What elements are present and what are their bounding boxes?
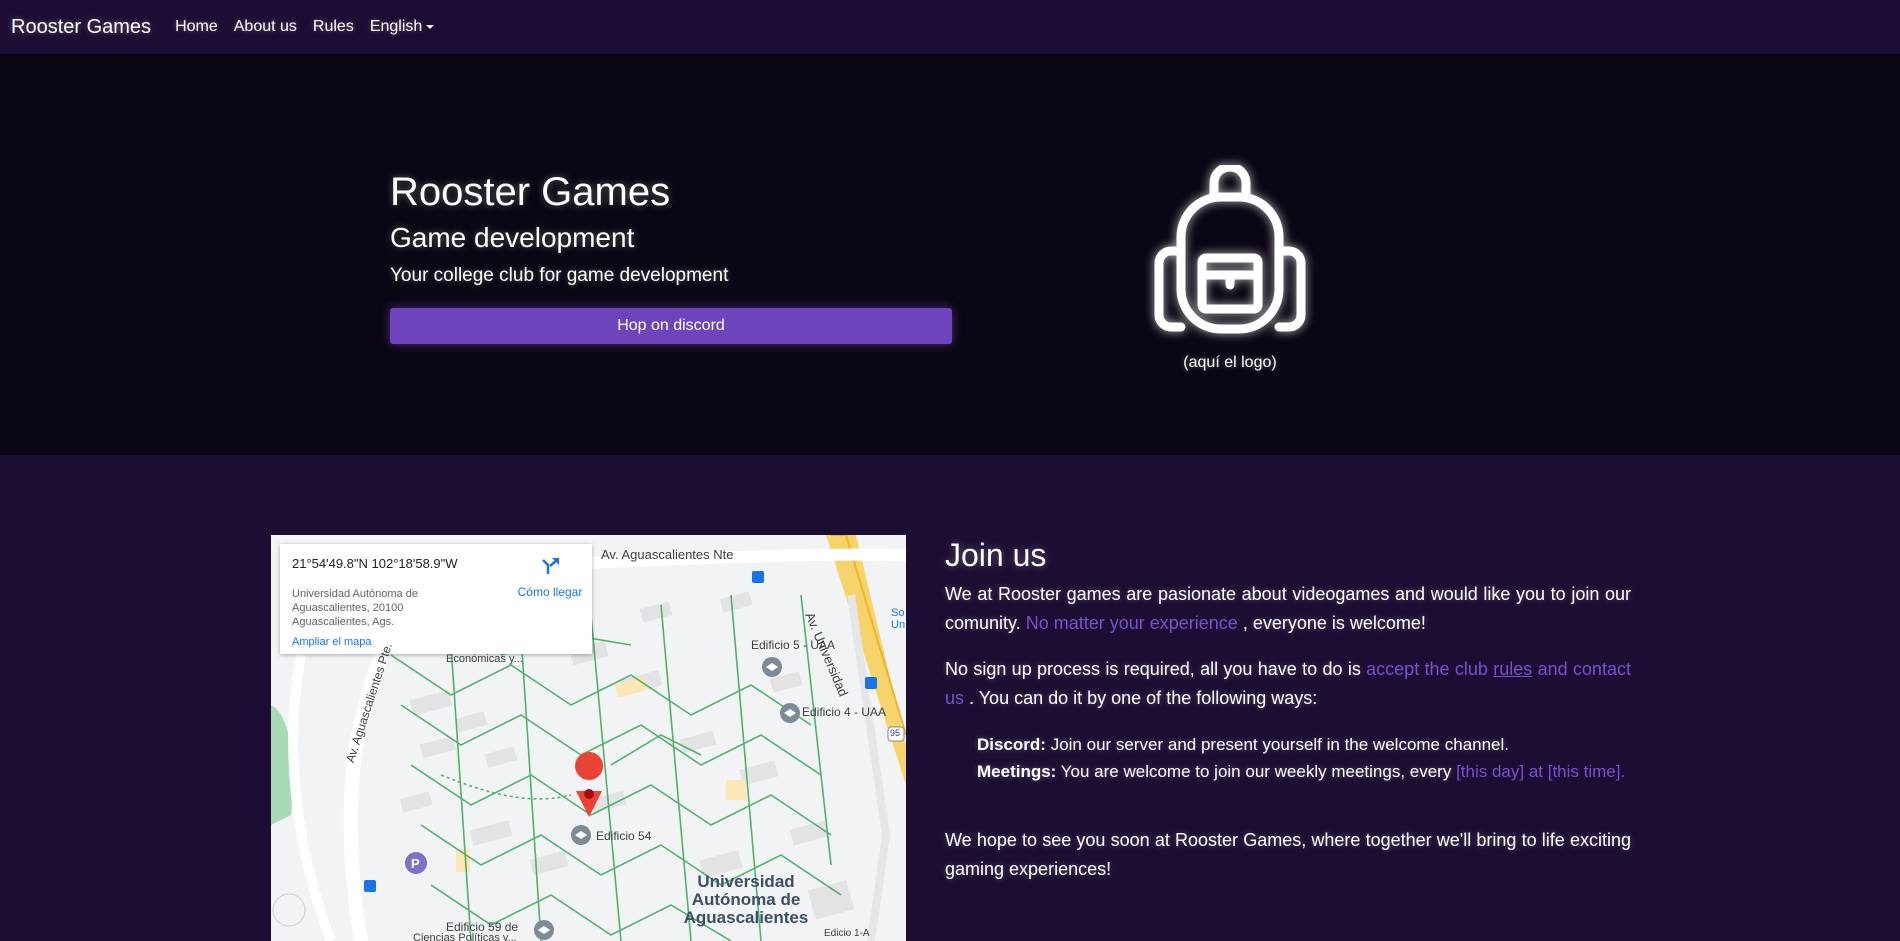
- way-meetings-text: You are welcome to join our weekly meeti…: [1060, 762, 1452, 781]
- nav-home[interactable]: Home: [175, 18, 218, 36]
- way-meetings-label: Meetings:: [977, 762, 1057, 781]
- hero-section: Rooster Games Game development Your coll…: [0, 54, 1900, 455]
- join-ways-list: Discord: Join our server and present you…: [977, 731, 1631, 785]
- directions-label: Cómo llegar: [517, 585, 583, 599]
- way-discord: Discord: Join our server and present you…: [977, 731, 1631, 758]
- join-paragraph-3: We hope to see you soon at Rooster Games…: [945, 830, 1631, 879]
- nav-about[interactable]: About us: [234, 18, 297, 36]
- map-label-ed1a: Edicio 1-A: [824, 928, 870, 939]
- language-label: English: [369, 18, 423, 35]
- hero-lead: Your college club for game development: [390, 265, 729, 286]
- join-paragraph-2: No sign up process is required, all you …: [945, 655, 1631, 713]
- join-p2-text: No sign up process is required, all you …: [945, 659, 1361, 679]
- way-meetings-accent: [this day] at [this time].: [1456, 762, 1626, 781]
- map-info-card: 21°54'49.8"N 102°18'58.9"W Universidad A…: [280, 544, 592, 654]
- embedded-map[interactable]: P 21°54'49.8"N 102°18'58.9"W Universidad…: [271, 535, 906, 941]
- join-p1-accent: No matter your experience: [1025, 613, 1238, 633]
- enlarge-map-link[interactable]: Ampliar el mapa: [292, 636, 371, 648]
- discord-button[interactable]: Hop on discord: [390, 308, 952, 344]
- join-title: Join us: [945, 537, 1047, 573]
- hero-subtitle: Game development: [390, 222, 635, 253]
- map-label-street-north: Av. Aguascalientes Nte: [601, 547, 734, 562]
- navbar: Rooster Games Home About us Rules Englis…: [0, 0, 1900, 54]
- way-discord-label: Discord:: [977, 735, 1046, 754]
- join-paragraph-1: We at Rooster games are pasionate about …: [945, 580, 1631, 638]
- map-label-ed4: Edificio 4 - UAA: [802, 705, 887, 719]
- map-directions[interactable]: Cómo llegar: [510, 556, 590, 599]
- join-p1-text-end: , everyone is welcome!: [1242, 613, 1426, 633]
- caret-down-icon: [426, 24, 435, 29]
- join-p2-text-end: . You can do it by one of the following …: [969, 688, 1318, 708]
- backpack-icon: [1148, 162, 1312, 335]
- map-label-ed54: Edificio 54: [596, 829, 652, 843]
- language-dropdown[interactable]: English: [369, 18, 435, 36]
- nav-rules[interactable]: Rules: [313, 18, 354, 36]
- map-label-route: 95: [890, 728, 901, 738]
- directions-icon: [542, 558, 559, 574]
- nav-links: Home About us Rules English: [175, 18, 450, 36]
- map-address: Universidad Autónoma de Aguascalientes, …: [292, 588, 418, 628]
- map-label-ed5: Edificio 5 - UAA: [751, 638, 836, 652]
- join-p2-accent: accept the club: [1366, 659, 1488, 679]
- map-label-uaa: Universidad Autónoma de Aguascalientes: [683, 872, 809, 927]
- svg-text:P: P: [411, 856, 420, 871]
- map-coordinates: 21°54'49.8"N 102°18'58.9"W: [292, 556, 458, 571]
- map-label-un: Un: [891, 619, 906, 631]
- way-meetings: Meetings: You are welcome to join our we…: [977, 758, 1631, 785]
- brand-link[interactable]: Rooster Games: [11, 16, 151, 39]
- hero-title: Rooster Games: [390, 170, 671, 214]
- way-discord-text: Join our server and present yourself in …: [1050, 735, 1510, 754]
- rules-link[interactable]: rules: [1493, 659, 1532, 679]
- map-label-so: So: [891, 607, 905, 619]
- map-label-ed59b: Ciencias Políticas y...: [413, 932, 517, 941]
- logo-caption: (aquí el logo): [1183, 354, 1277, 371]
- map-label-econ: Económicas y...: [446, 653, 523, 665]
